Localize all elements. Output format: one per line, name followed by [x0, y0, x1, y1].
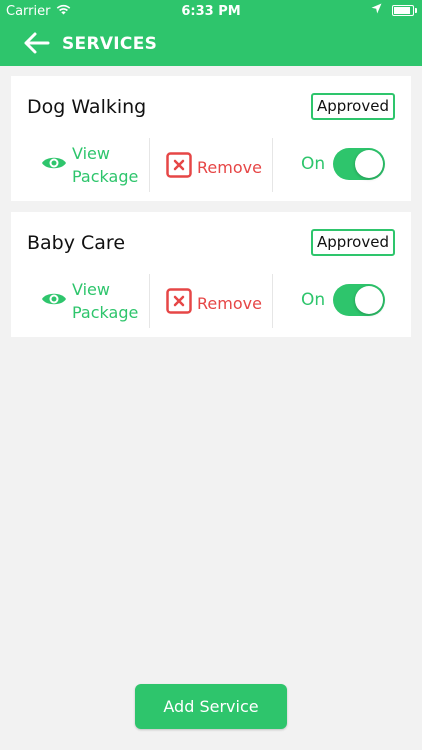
toggle-label: On: [301, 290, 326, 310]
remove-label: Remove: [197, 293, 262, 313]
service-name: Dog Walking: [27, 96, 147, 118]
toggle-label: On: [301, 154, 326, 174]
battery-icon: [392, 5, 417, 16]
view-package-label: View Package: [72, 280, 139, 322]
eye-icon: [41, 290, 67, 312]
view-package-label: View Package: [72, 144, 139, 186]
location-icon: [371, 3, 382, 18]
action-divider: [272, 138, 273, 192]
service-toggle[interactable]: [333, 148, 386, 180]
view-package-button[interactable]: View Package: [41, 278, 138, 324]
status-badge: Approved: [311, 229, 395, 256]
status-badge: Approved: [311, 93, 395, 120]
service-actions: View Package Remove On: [11, 274, 411, 328]
service-card: Baby Care Approved View Package Remove O…: [11, 212, 411, 337]
nav-bar: SERVICES: [0, 22, 422, 66]
arrow-left-icon[interactable]: [22, 31, 50, 55]
eye-icon: [41, 154, 67, 176]
toggle-knob: [355, 286, 384, 314]
close-box-icon: [166, 152, 192, 182]
action-divider: [149, 274, 150, 328]
service-name: Baby Care: [27, 232, 126, 254]
close-box-icon: [166, 288, 192, 318]
action-divider: [149, 138, 150, 192]
service-toggle-group: On: [301, 148, 386, 180]
service-toggle[interactable]: [333, 284, 386, 316]
app-header: Carrier 6:33 PM SERVICES: [0, 0, 422, 66]
status-time: 6:33 PM: [181, 4, 241, 19]
remove-button[interactable]: Remove: [166, 152, 262, 182]
service-card: Dog Walking Approved View Package Remove…: [11, 76, 411, 201]
remove-button[interactable]: Remove: [166, 288, 262, 318]
service-toggle-group: On: [301, 284, 386, 316]
toggle-knob: [355, 150, 384, 178]
service-actions: View Package Remove On: [11, 138, 411, 192]
action-divider: [272, 274, 273, 328]
add-service-button[interactable]: Add Service: [135, 684, 287, 729]
page-title: SERVICES: [62, 34, 158, 54]
remove-label: Remove: [197, 157, 262, 177]
status-bar: Carrier 6:33 PM: [0, 0, 422, 22]
status-right: [371, 3, 417, 18]
view-package-button[interactable]: View Package: [41, 142, 138, 188]
